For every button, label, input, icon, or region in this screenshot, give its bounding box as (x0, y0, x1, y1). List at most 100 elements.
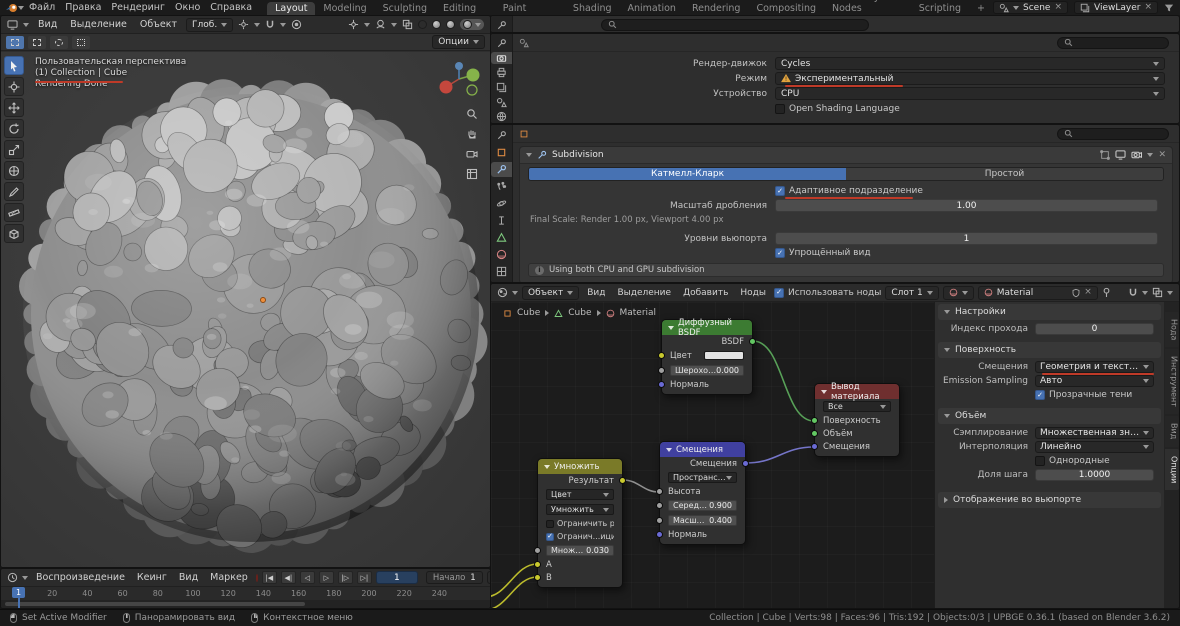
collapse-caret-icon[interactable] (666, 448, 672, 452)
blender-logo-icon[interactable] (6, 2, 18, 13)
socket-displacement-input[interactable] (811, 443, 818, 450)
step-rate-field[interactable]: 1.0000 (1035, 469, 1154, 481)
tool-cursor[interactable] (4, 77, 24, 96)
transparent-shadows-checkbox[interactable] (1035, 390, 1045, 400)
frame-start-field[interactable]: Начало1 (426, 571, 483, 584)
properties-tab-world[interactable] (491, 110, 512, 123)
object-origin-dot[interactable] (260, 297, 266, 303)
shading-wireframe-button[interactable] (418, 20, 427, 29)
socket-normal-input[interactable] (658, 381, 665, 388)
properties-tab-constraints[interactable] (491, 213, 512, 228)
dicing-scale-field[interactable]: 1.00 (775, 199, 1158, 212)
scene-selector[interactable]: Scene × (993, 1, 1068, 14)
socket-b-input[interactable] (534, 574, 541, 581)
breadcrumb-object-name[interactable]: Cube (517, 308, 540, 318)
subdivision-type-catmull-clark[interactable]: Катмелл-Кларк (529, 168, 846, 180)
show-gizmo-icon[interactable] (348, 19, 359, 30)
render-engine-dropdown[interactable]: Cycles (775, 57, 1165, 70)
shader-menu-node[interactable]: Ноды (736, 288, 770, 298)
clamp-result-checkbox[interactable] (546, 520, 554, 528)
feature-set-dropdown[interactable]: ! Экспериментальный (775, 72, 1165, 85)
play-button[interactable]: ▷ (319, 571, 334, 584)
editor-type-caret-icon[interactable] (22, 576, 28, 580)
timeline-editor[interactable]: Воспроизведение Кеинг Вид Маркер |◀ ◀| ◁… (0, 568, 491, 609)
gizmo-caret-icon[interactable] (364, 23, 370, 27)
properties-tab-physics[interactable] (491, 196, 512, 211)
pan-view-icon[interactable] (466, 128, 478, 140)
overlays-icon[interactable] (375, 19, 386, 30)
workspace-tab-geometry-nodes[interactable]: Geometry Nodes (824, 0, 911, 15)
properties-tab-modifiers[interactable] (491, 162, 512, 177)
sidebar-tab-view[interactable]: Вид (1165, 416, 1179, 446)
properties-search-field[interactable] (601, 19, 869, 31)
workspace-tab-layout[interactable]: Layout (267, 2, 315, 15)
roughness-slider[interactable]: Шероховат. 0.000 (670, 365, 744, 376)
viewport-options-dropdown[interactable]: Опции (432, 35, 485, 49)
socket-surface-input[interactable] (811, 417, 818, 424)
workspace-tab-sculpting[interactable]: Sculpting (375, 2, 435, 15)
add-workspace-tab[interactable]: + (969, 2, 993, 15)
material-name-field[interactable]: Material × (978, 286, 1098, 300)
properties-tab-tool[interactable] (491, 19, 512, 32)
node-header[interactable]: Диффузный BSDF (662, 320, 752, 335)
socket-factor-input[interactable] (534, 547, 541, 554)
snapping-caret-icon[interactable] (1142, 291, 1148, 295)
tool-transform[interactable] (4, 161, 24, 180)
workspace-tab-modeling[interactable]: Modeling (315, 2, 374, 15)
xray-toggle-icon[interactable] (402, 19, 413, 30)
modifier-delete-icon[interactable]: ✕ (1158, 151, 1166, 160)
properties-tab-view-layer[interactable] (491, 81, 512, 94)
factor-slider[interactable]: Множите 0.030 (546, 545, 614, 556)
workspace-tab-uv-editing[interactable]: UV Editing (435, 0, 495, 15)
viewport-menu-object[interactable]: Объект (136, 19, 181, 30)
unlink-scene-icon[interactable]: × (1054, 3, 1062, 12)
mix-data-type-dropdown[interactable]: Цвет (546, 489, 614, 500)
filter-icon[interactable] (1164, 3, 1174, 13)
unlink-material-icon[interactable]: × (1084, 288, 1092, 297)
sidebar-tab-node[interactable]: Нода (1165, 312, 1179, 347)
node-material-output[interactable]: Вывод материала Все Поверхность Объём (814, 383, 900, 457)
shader-overlays-icon[interactable] (1152, 287, 1163, 298)
socket-roughness-input[interactable] (658, 367, 665, 374)
menu-edit[interactable]: Правка (60, 2, 106, 13)
workspace-tab-rendering[interactable]: Rendering (684, 2, 749, 15)
zoom-view-icon[interactable] (466, 108, 478, 120)
volume-section-header[interactable]: Объём (938, 408, 1161, 424)
sidebar-tab-options[interactable]: Опции (1165, 449, 1179, 490)
jump-to-end-button[interactable]: ▷| (357, 571, 372, 584)
volume-sampling-dropdown[interactable]: Множественная значимость (1035, 427, 1154, 439)
midlevel-slider[interactable]: Середина 0.900 (668, 500, 737, 511)
collapse-caret-icon[interactable] (544, 465, 550, 469)
properties-tab-tool[interactable] (491, 128, 512, 143)
shading-solid-button[interactable] (432, 20, 441, 29)
pass-index-field[interactable]: 0 (1035, 323, 1154, 335)
socket-volume-input[interactable] (811, 430, 818, 437)
blend-mode-dropdown[interactable]: Умножить (546, 504, 614, 515)
workspace-tab-animation[interactable]: Animation (620, 2, 684, 15)
pin-icon[interactable] (1102, 287, 1111, 298)
material-slot-dropdown[interactable]: Слот 1 (885, 286, 938, 300)
osl-checkbox[interactable] (775, 104, 785, 114)
editor-type-caret-icon[interactable] (23, 23, 29, 27)
viewport-display-section-header[interactable]: Отображение во вьюпорте (938, 492, 1161, 508)
optimal-display-checkbox[interactable] (775, 248, 785, 258)
scale-slider[interactable]: Масштаб 0.400 (668, 515, 737, 526)
timeline-scrollbar[interactable] (1, 600, 490, 608)
socket-color-input[interactable] (658, 352, 665, 359)
shader-menu-view[interactable]: Вид (583, 288, 609, 298)
node-diffuse-bsdf[interactable]: Диффузный BSDF BSDF Цвет Шероховат. 0.00… (661, 319, 753, 395)
node-mix-multiply[interactable]: Умножить Результат Цвет Умножить (537, 458, 623, 588)
fake-user-shield-icon[interactable] (1072, 288, 1080, 298)
pivot-point-icon[interactable] (238, 19, 249, 30)
shader-menu-add[interactable]: Добавить (679, 288, 732, 298)
workspace-tab-shading[interactable]: Shading (565, 2, 620, 15)
tool-select-tweak[interactable] (4, 56, 24, 75)
breadcrumb-mesh-name[interactable]: Cube (568, 308, 591, 318)
timeline-menu-view[interactable]: Вид (175, 572, 202, 583)
output-target-dropdown[interactable]: Все (823, 401, 891, 412)
view-layer-selector[interactable]: ViewLayer × (1074, 1, 1158, 14)
properties-tab-render[interactable] (491, 52, 512, 65)
use-nodes-checkbox[interactable] (774, 288, 784, 298)
proportional-edit-icon[interactable] (291, 19, 302, 30)
select-mode-box-button[interactable] (28, 36, 46, 49)
